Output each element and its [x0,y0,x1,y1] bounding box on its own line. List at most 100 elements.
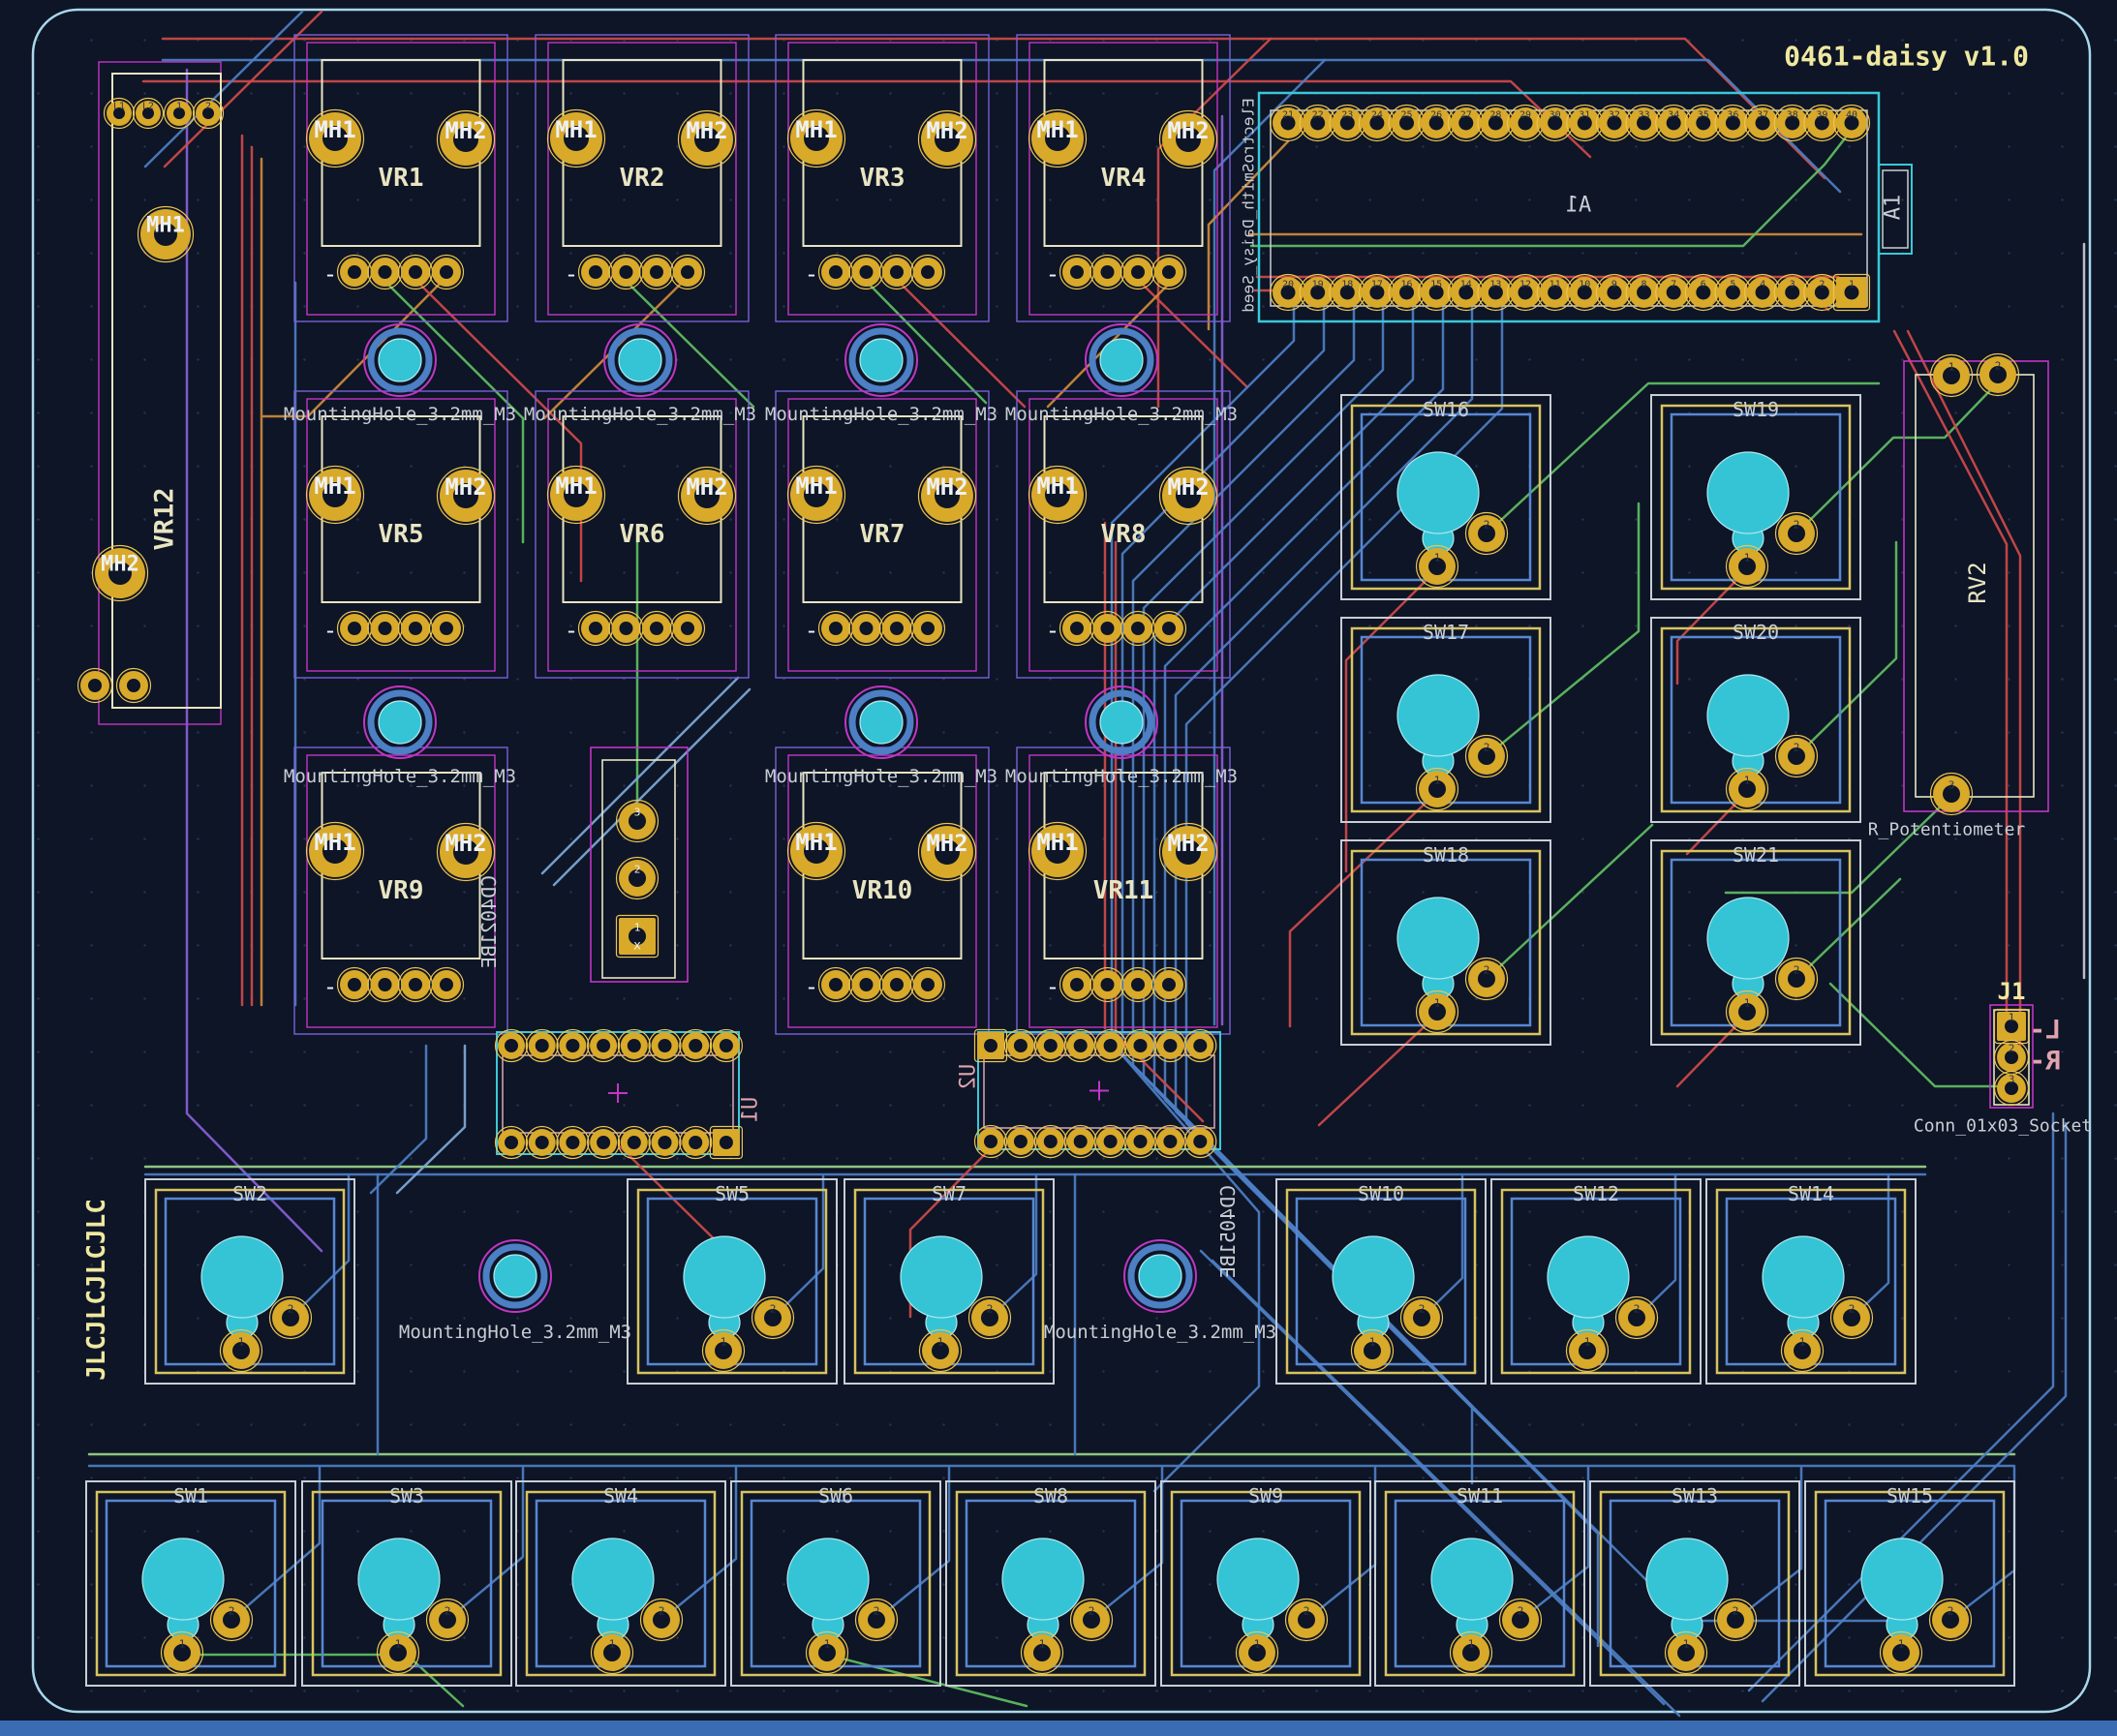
trace[interactable] [1214,60,1325,1024]
socket-pad-12[interactable]: 12 [1508,275,1544,311]
socket-pad-37[interactable]: 37 [1745,106,1781,141]
socket-pad-24[interactable]: 24 [1359,106,1395,141]
switch-pad-2[interactable]: 2 [427,1599,469,1641]
pin-pad[interactable] [1121,612,1155,646]
socket-pad-34[interactable]: 34 [1656,106,1692,141]
pin-pad[interactable] [399,612,433,646]
switch-SW20[interactable]: 12SW20 [1651,618,1860,822]
switch-pad-2[interactable]: 2 [1466,736,1508,777]
trace[interactable] [1319,1015,1437,1125]
trace[interactable] [1091,1468,1162,1620]
pin-pad[interactable] [849,256,883,289]
ic-pad[interactable] [588,1127,620,1159]
pin-pad[interactable] [1090,612,1124,646]
switch-pad-1[interactable]: 1 [1727,769,1768,810]
switch-pad-1[interactable]: 1 [807,1632,848,1674]
switch-pad-1[interactable]: 1 [703,1330,745,1372]
switch-pad-2[interactable]: 2 [1466,513,1508,555]
socket-pad-22[interactable]: 22 [1300,106,1335,141]
socket-pad-20[interactable]: 20 [1271,275,1306,311]
socket-pad-1[interactable]: 1 [1833,275,1869,311]
pin-pad[interactable] [640,612,674,646]
mounting-hole[interactable]: MountingHole_3.2mm_M3 [1005,686,1238,787]
pin-pad[interactable] [1090,968,1124,1002]
switch-pad-2[interactable]: 2 [1616,1297,1658,1339]
pin-pad[interactable] [609,256,643,289]
trace[interactable] [416,281,581,581]
ic-pad[interactable] [496,1127,528,1159]
trace[interactable] [898,281,1025,407]
ic-pad[interactable] [1154,1126,1186,1158]
mounting-hole[interactable]: MountingHole_3.2mm_M3 [765,324,997,425]
mounting-hole[interactable]: MountingHole_3.2mm_M3 [284,686,516,787]
trace[interactable] [1796,542,1896,756]
pin-pad[interactable] [579,256,613,289]
switch-SW8[interactable]: 12SW8 [946,1481,1155,1686]
pin-pad[interactable] [368,256,402,289]
socket-pad-17[interactable]: 17 [1359,275,1395,311]
switch-pad-2[interactable]: 2 [1776,959,1818,1000]
pin-pad[interactable] [1060,256,1094,289]
socket-pad-18[interactable]: 18 [1330,275,1365,311]
switch-pad-2[interactable]: 2 [1401,1297,1443,1339]
pin-pad[interactable] [1060,968,1094,1002]
switch-pad-2[interactable]: 2 [1831,1297,1873,1339]
switch-SW15[interactable]: 12SW15 [1805,1481,2014,1686]
switch-SW4[interactable]: 12SW4 [516,1481,725,1686]
socket-pad-35[interactable]: 35 [1685,106,1721,141]
pin-pad[interactable] [640,256,674,289]
pin-pad[interactable] [368,968,402,1002]
mounting-hole[interactable]: MountingHole_3.2mm_M3 [284,324,516,425]
pin-pad[interactable] [1152,968,1186,1002]
socket-pad-5[interactable]: 5 [1715,275,1751,311]
trace[interactable] [145,12,302,167]
ic-pad[interactable] [649,1030,681,1062]
pin-pad[interactable] [579,612,613,646]
switch-pad-2[interactable]: 2 [1500,1599,1542,1641]
vr-module-VR1[interactable]: MH1MH2VR1- [294,35,507,321]
socket-pad-29[interactable]: 29 [1508,106,1544,141]
switch-pad-1[interactable]: 1 [1022,1632,1063,1674]
switch-SW17[interactable]: 12SW17 [1341,618,1550,822]
pin-pad[interactable] [399,968,433,1002]
ic-pad[interactable] [1094,1126,1126,1158]
socket-pad-14[interactable]: 14 [1448,275,1484,311]
socket-pad-10[interactable]: 10 [1567,275,1603,311]
switch-pad-1[interactable]: 1 [920,1330,962,1372]
socket-pad-25[interactable]: 25 [1389,106,1425,141]
pin-pad[interactable]: L1 [105,99,135,129]
socket-pad-27[interactable]: 27 [1448,106,1484,141]
switch-pad-1[interactable]: 1 [1237,1632,1278,1674]
trace[interactable] [542,678,738,873]
trace[interactable] [554,689,750,885]
socket-pad-28[interactable]: 28 [1478,106,1514,141]
vr-module-VR6[interactable]: MH1MH2VR6- [536,391,749,678]
mounting-hole[interactable]: MountingHole_3.2mm_M3 [399,1240,631,1343]
socket-pad-26[interactable]: 26 [1419,106,1455,141]
trace[interactable] [371,1046,426,1193]
pin-pad[interactable] [671,612,705,646]
switch-SW21[interactable]: 12SW21 [1651,840,1860,1045]
pin-pad[interactable] [819,612,853,646]
switch-SW11[interactable]: 12SW11 [1375,1481,1584,1686]
switch-pad-1[interactable]: 1 [1727,546,1768,588]
ic-pad[interactable] [496,1030,528,1062]
trace[interactable] [827,1655,1027,1706]
switch-pad-2[interactable]: 2 [641,1599,683,1641]
trace[interactable] [1908,331,2020,1055]
switch-pad-1[interactable]: 1 [1451,1632,1492,1674]
trace[interactable] [1830,984,2005,1086]
switch-pad-1[interactable]: 1 [1567,1330,1609,1372]
ic-pad[interactable] [1184,1126,1216,1158]
ic-pad[interactable] [1034,1030,1066,1062]
pin-pad[interactable] [849,968,883,1002]
pin-pad[interactable] [880,612,914,646]
ic-pad[interactable] [1064,1126,1096,1158]
switch-pad-2[interactable]: 2 [270,1297,312,1339]
socket-pad-31[interactable]: 31 [1567,106,1603,141]
socket-pad-6[interactable]: 6 [1685,275,1721,311]
switch-pad-1[interactable]: 1 [1782,1330,1824,1372]
switch-pad-2[interactable]: 2 [752,1297,794,1339]
vr-module-VR4[interactable]: MH1MH2VR4- [1017,35,1230,321]
trace[interactable] [1487,503,1639,756]
